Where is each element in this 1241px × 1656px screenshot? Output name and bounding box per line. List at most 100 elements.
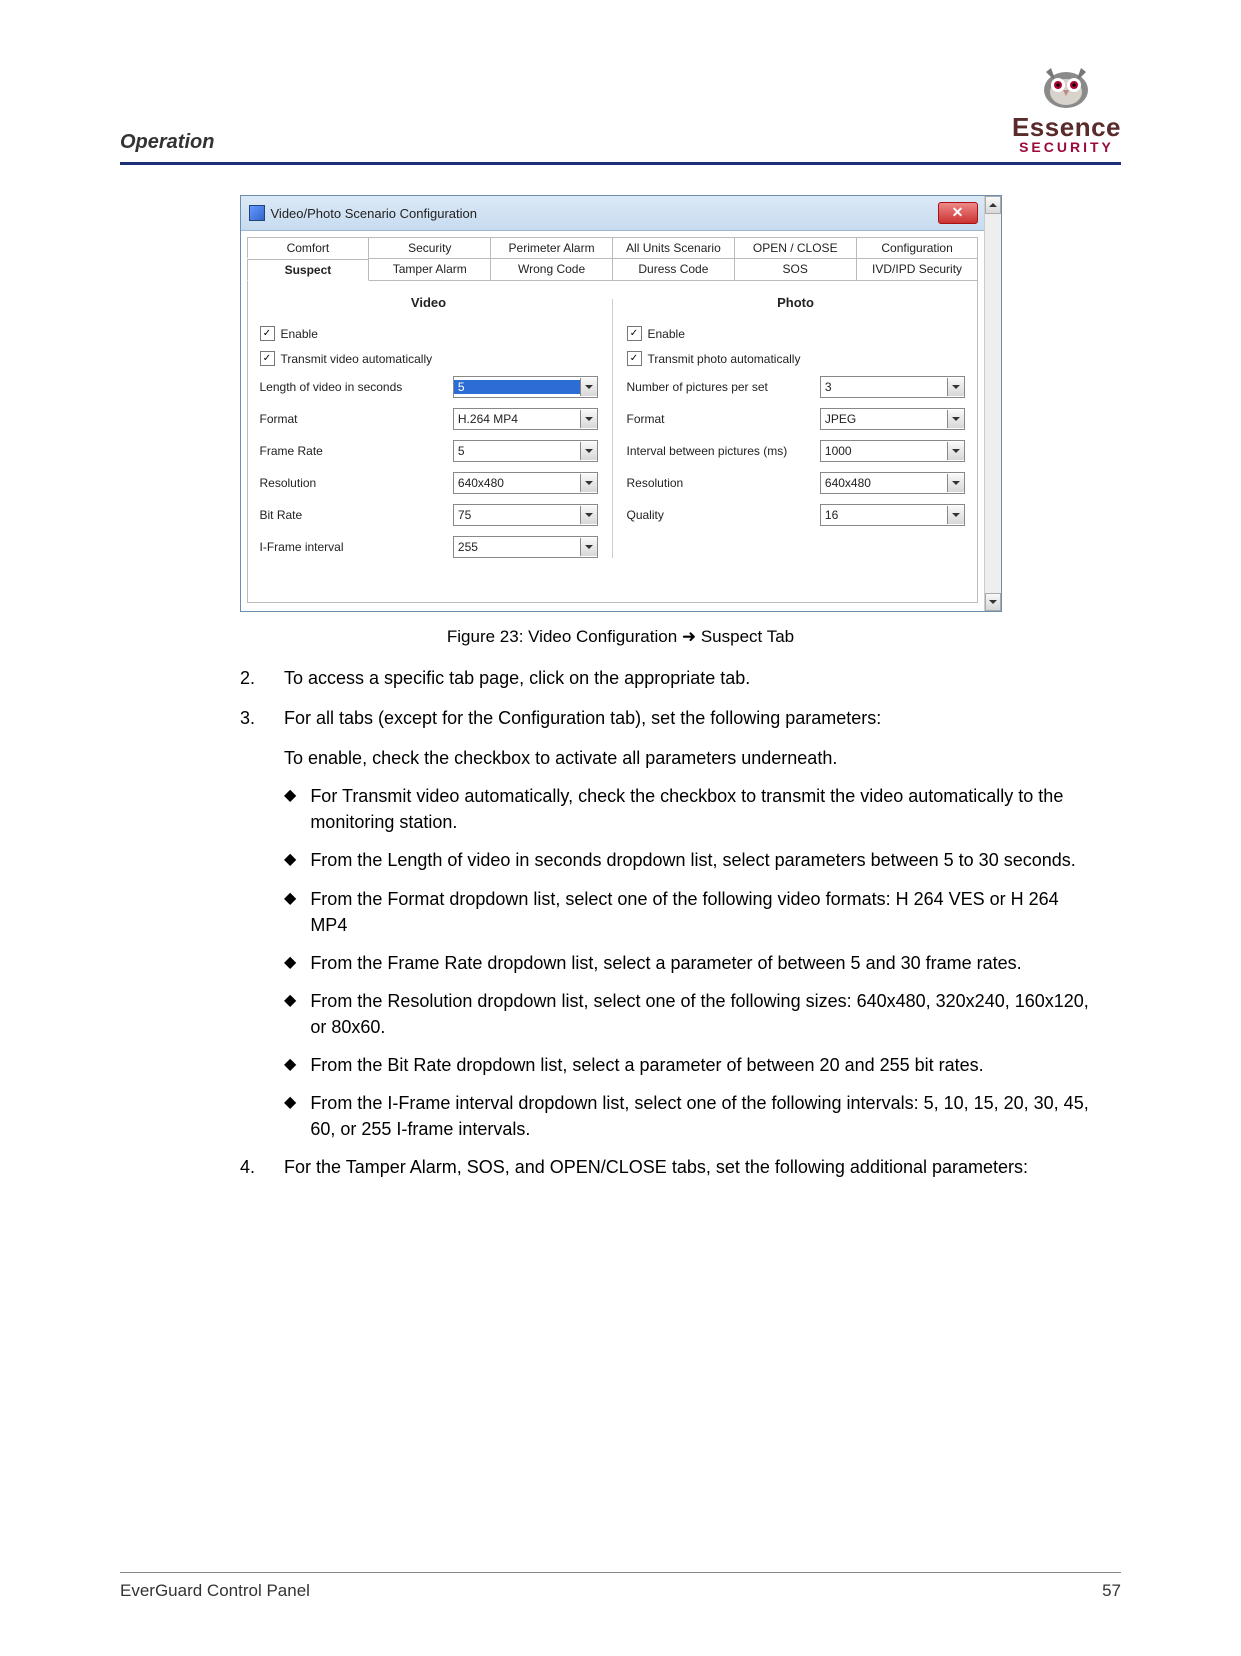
video-dropdown-value: 640x480 — [454, 476, 580, 490]
video-dropdown-value: H.264 MP4 — [454, 412, 580, 426]
bullet-text: From the Resolution dropdown list, selec… — [310, 988, 1091, 1040]
list-subtext: To enable, check the checkbox to activat… — [284, 745, 1091, 771]
bullet-text: From the Length of video in seconds drop… — [310, 847, 1075, 873]
photo-dropdown[interactable]: 3 — [820, 376, 965, 398]
photo-enable-checkbox[interactable] — [627, 326, 642, 341]
diamond-bullet-icon: ◆ — [284, 950, 296, 976]
chevron-down-icon[interactable] — [580, 378, 597, 396]
list-number: 4. — [240, 1154, 266, 1180]
tab-comfort[interactable]: Comfort — [247, 237, 370, 258]
tab-security[interactable]: Security — [368, 237, 491, 258]
diamond-bullet-icon: ◆ — [284, 886, 296, 938]
bullet-text: From the Format dropdown list, select on… — [310, 886, 1091, 938]
section-heading: Operation — [120, 131, 214, 154]
photo-field-label: Number of pictures per set — [627, 380, 812, 394]
photo-dropdown-value: 3 — [821, 380, 947, 394]
video-field-label: Format — [260, 412, 445, 426]
footer-left: EverGuard Control Panel — [120, 1581, 310, 1601]
chevron-down-icon[interactable] — [580, 442, 597, 460]
chevron-down-icon[interactable] — [947, 506, 964, 524]
photo-dropdown-value: 640x480 — [821, 476, 947, 490]
video-dropdown[interactable]: 5 — [453, 376, 598, 398]
logo-text: Essence — [1012, 114, 1121, 140]
photo-field-label: Interval between pictures (ms) — [627, 444, 812, 458]
photo-dropdown-value: 1000 — [821, 444, 947, 458]
tab-duress-code[interactable]: Duress Code — [612, 258, 735, 280]
chevron-down-icon[interactable] — [947, 410, 964, 428]
diamond-bullet-icon: ◆ — [284, 783, 296, 835]
owl-icon — [1031, 60, 1101, 110]
photo-transmit-checkbox[interactable] — [627, 351, 642, 366]
video-dropdown-value: 255 — [454, 540, 580, 554]
video-transmit-checkbox[interactable] — [260, 351, 275, 366]
photo-enable-label: Enable — [648, 327, 685, 341]
vertical-scrollbar[interactable] — [984, 196, 1001, 611]
video-dropdown-value: 5 — [454, 380, 580, 394]
list-number: 2. — [240, 665, 266, 691]
brand-logo: Essence SECURITY — [1012, 60, 1121, 154]
video-dropdown[interactable]: H.264 MP4 — [453, 408, 598, 430]
photo-dropdown-value: 16 — [821, 508, 947, 522]
list-text: To access a specific tab page, click on … — [284, 665, 750, 691]
video-transmit-label: Transmit video automatically — [281, 352, 433, 366]
chevron-down-icon[interactable] — [580, 474, 597, 492]
photo-transmit-label: Transmit photo automatically — [648, 352, 801, 366]
photo-field-label: Resolution — [627, 476, 812, 490]
tab-ivd-ipd-security[interactable]: IVD/IPD Security — [856, 258, 979, 280]
column-divider — [612, 299, 613, 558]
video-dropdown-value: 75 — [454, 508, 580, 522]
config-window: Video/Photo Scenario Configuration ✕ Com… — [240, 195, 1002, 612]
app-icon — [249, 205, 265, 221]
photo-dropdown[interactable]: 16 — [820, 504, 965, 526]
chevron-down-icon[interactable] — [947, 378, 964, 396]
tab-perimeter-alarm[interactable]: Perimeter Alarm — [490, 237, 613, 258]
tab-sos[interactable]: SOS — [734, 258, 857, 280]
video-dropdown-value: 5 — [454, 444, 580, 458]
footer-page-number: 57 — [1102, 1581, 1121, 1601]
diamond-bullet-icon: ◆ — [284, 1052, 296, 1078]
chevron-down-icon[interactable] — [947, 474, 964, 492]
photo-heading: Photo — [627, 295, 965, 310]
video-dropdown[interactable]: 75 — [453, 504, 598, 526]
bullet-text: From the I-Frame interval dropdown list,… — [310, 1090, 1091, 1142]
tab-open-close[interactable]: OPEN / CLOSE — [734, 237, 857, 258]
list-text: For the Tamper Alarm, SOS, and OPEN/CLOS… — [284, 1154, 1028, 1180]
video-dropdown[interactable]: 5 — [453, 440, 598, 462]
photo-dropdown[interactable]: 1000 — [820, 440, 965, 462]
scroll-up-button[interactable] — [985, 196, 1001, 214]
photo-field-label: Quality — [627, 508, 812, 522]
photo-dropdown[interactable]: JPEG — [820, 408, 965, 430]
list-number: 3. — [240, 705, 266, 731]
chevron-down-icon[interactable] — [580, 410, 597, 428]
diamond-bullet-icon: ◆ — [284, 1090, 296, 1142]
logo-subtext: SECURITY — [1012, 140, 1121, 154]
video-enable-checkbox[interactable] — [260, 326, 275, 341]
video-dropdown[interactable]: 255 — [453, 536, 598, 558]
chevron-down-icon[interactable] — [580, 506, 597, 524]
close-button[interactable]: ✕ — [938, 202, 978, 224]
bullet-text: From the Bit Rate dropdown list, select … — [310, 1052, 983, 1078]
video-heading: Video — [260, 295, 598, 310]
diamond-bullet-icon: ◆ — [284, 847, 296, 873]
photo-field-label: Format — [627, 412, 812, 426]
window-title: Video/Photo Scenario Configuration — [271, 206, 477, 221]
tab-wrong-code[interactable]: Wrong Code — [490, 258, 613, 280]
video-field-label: I-Frame interval — [260, 540, 445, 554]
video-field-label: Bit Rate — [260, 508, 445, 522]
chevron-down-icon[interactable] — [947, 442, 964, 460]
list-text: For all tabs (except for the Configurati… — [284, 705, 881, 731]
scroll-down-button[interactable] — [985, 593, 1001, 611]
tab-all-units-scenario[interactable]: All Units Scenario — [612, 237, 735, 258]
bullet-text: For Transmit video automatically, check … — [310, 783, 1091, 835]
diamond-bullet-icon: ◆ — [284, 988, 296, 1040]
scroll-track[interactable] — [985, 214, 1001, 593]
chevron-down-icon[interactable] — [580, 538, 597, 556]
video-field-label: Length of video in seconds — [260, 380, 445, 394]
tab-tamper-alarm[interactable]: Tamper Alarm — [368, 258, 491, 280]
video-field-label: Frame Rate — [260, 444, 445, 458]
photo-dropdown[interactable]: 640x480 — [820, 472, 965, 494]
tab-configuration[interactable]: Configuration — [856, 237, 979, 258]
tab-suspect[interactable]: Suspect — [247, 259, 370, 281]
tab-strip: ComfortSecurityPerimeter AlarmAll Units … — [241, 231, 984, 280]
video-dropdown[interactable]: 640x480 — [453, 472, 598, 494]
